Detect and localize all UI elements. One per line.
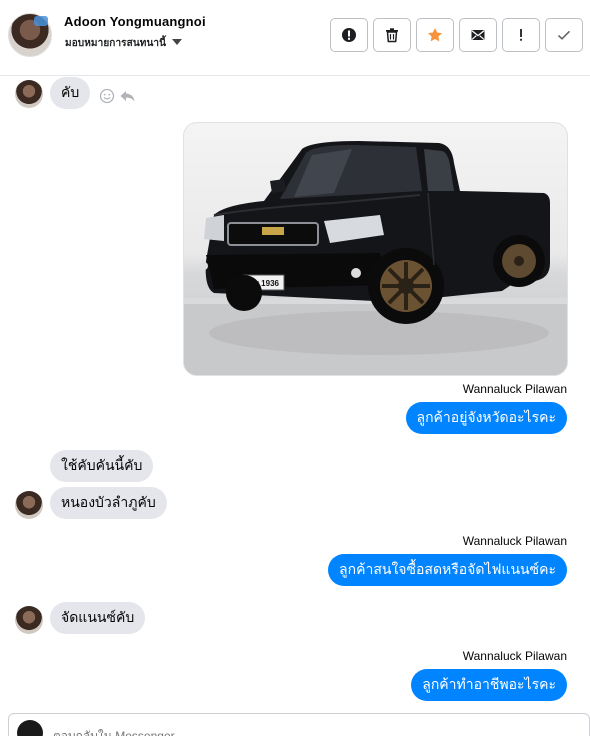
star-button[interactable] xyxy=(416,18,454,52)
outgoing-message[interactable]: ลูกค้าสนใจซื้อสดหรือจัดไฟแนนซ์คะ xyxy=(328,554,567,586)
incoming-message[interactable]: คับ xyxy=(50,77,91,109)
outgoing-message[interactable]: ลูกค้าทำอาชีพอะไรคะ xyxy=(411,669,567,701)
incoming-message[interactable]: หนองบัวลำภูคับ xyxy=(50,487,167,519)
reply-composer xyxy=(8,713,590,736)
star-icon xyxy=(428,28,442,42)
message-text: ลูกค้าทำอาชีพอะไรคะ xyxy=(422,676,556,692)
trash-icon xyxy=(386,28,398,43)
incoming-message[interactable]: ใช้คับคันนี้คับ xyxy=(50,450,154,482)
done-button[interactable] xyxy=(545,18,583,52)
checkmark-icon xyxy=(557,30,571,40)
sender-name: Wannaluck Pilawan xyxy=(462,534,567,548)
assign-conversation-dropdown[interactable]: มอบหมายการสนทนานี้ xyxy=(65,36,183,51)
incoming-message[interactable]: จัดแนนซ์คับ xyxy=(50,602,146,634)
message-text: ลูกค้าสนใจซื้อสดหรือจัดไฟแนนซ์คะ xyxy=(339,561,556,577)
contact-name[interactable]: Adoon Yongmuangnoi xyxy=(64,14,206,29)
follow-up-button[interactable] xyxy=(502,18,540,52)
contact-avatar-small[interactable] xyxy=(15,80,43,108)
caret-down-icon xyxy=(172,39,183,45)
report-button[interactable] xyxy=(330,18,368,52)
exclamation-icon xyxy=(520,29,522,41)
message-text: ลูกค้าอยู่จังหวัดอะไรคะ xyxy=(416,409,557,425)
avatar-badge-icon xyxy=(34,16,48,26)
message-text: หนองบัวลำภูคับ xyxy=(61,494,156,510)
shared-photo[interactable]: ผพ 1936 xyxy=(183,122,568,376)
emoji-react-icon[interactable] xyxy=(99,88,115,104)
sender-name: Wannaluck Pilawan xyxy=(462,649,567,663)
outgoing-message[interactable]: ลูกค้าอยู่จังหวัดอะไรคะ xyxy=(405,402,567,434)
assign-conversation-label: มอบหมายการสนทนานี้ xyxy=(65,38,167,49)
message-text: คับ xyxy=(61,84,80,100)
message-actions xyxy=(99,88,136,104)
message-text: ใช้คับคันนี้คับ xyxy=(61,457,143,473)
delete-button[interactable] xyxy=(373,18,411,52)
mark-unread-button[interactable] xyxy=(459,18,497,52)
header-actions xyxy=(330,18,583,52)
reply-icon[interactable] xyxy=(119,88,136,104)
sender-name: Wannaluck Pilawan xyxy=(462,382,567,396)
contact-avatar-small[interactable] xyxy=(15,491,43,519)
message-text: จัดแนนซ์คับ xyxy=(61,609,135,625)
reply-input[interactable] xyxy=(53,729,353,736)
envelope-icon xyxy=(471,30,485,40)
contact-avatar-small[interactable] xyxy=(15,606,43,634)
page-avatar xyxy=(17,720,43,736)
alert-circle-icon xyxy=(342,28,356,42)
pickup-truck-image: ผพ 1936 xyxy=(184,141,567,375)
conversation-header: Adoon Yongmuangnoi มอบหมายการสนทนานี้ xyxy=(0,0,590,76)
